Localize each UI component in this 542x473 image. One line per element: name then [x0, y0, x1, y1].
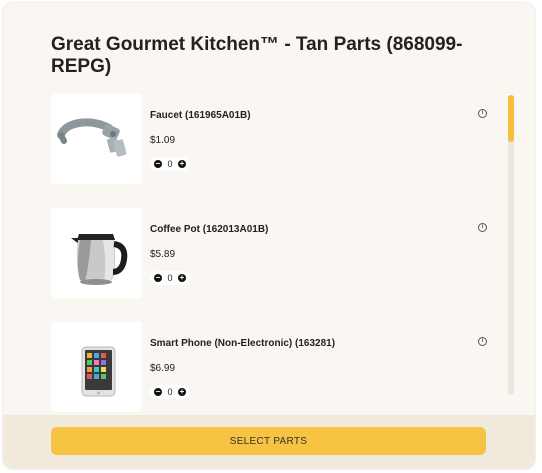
part-price: $5.89	[150, 249, 176, 260]
minus-icon[interactable]: −	[154, 388, 162, 396]
part-price: $6.99	[150, 363, 176, 374]
parts-modal: Great Gourmet Kitchen™ - Tan Parts (8680…	[3, 3, 535, 469]
plus-icon[interactable]: +	[177, 388, 186, 396]
modal-footer: SELECT PARTS	[3, 415, 535, 469]
quantity-value: 0	[167, 387, 173, 397]
list-item: Smart Phone (Non-Electronic) (163281) $6…	[51, 322, 491, 413]
scrollbar[interactable]	[508, 95, 514, 395]
plus-icon[interactable]: +	[177, 274, 186, 282]
page-title: Great Gourmet Kitchen™ - Tan Parts (8680…	[51, 34, 463, 77]
part-name: Smart Phone (Non-Electronic) (163281)	[150, 338, 336, 349]
quantity-stepper: − 0 +	[150, 157, 190, 171]
list-item: Faucet (161965A01B) $1.09 − 0 + i	[51, 94, 491, 186]
plus-icon[interactable]: +	[177, 160, 186, 168]
part-name: Coffee Pot (162013A01B)	[150, 224, 269, 235]
quantity-value: 0	[167, 273, 173, 283]
minus-icon[interactable]: −	[154, 274, 162, 282]
scrollbar-thumb[interactable]	[508, 95, 514, 142]
info-icon[interactable]: i	[478, 109, 487, 118]
list-item: Coffee Pot (162013A01B) $5.89 − 0 + i	[51, 208, 491, 300]
select-parts-button[interactable]: SELECT PARTS	[51, 427, 486, 455]
info-icon[interactable]: i	[478, 337, 487, 346]
part-name: Faucet (161965A01B)	[150, 110, 251, 121]
faucet-image	[51, 94, 142, 184]
parts-list[interactable]: Faucet (161965A01B) $1.09 − 0 + i Coffee…	[51, 93, 523, 413]
minus-icon[interactable]: −	[154, 160, 162, 168]
part-price: $1.09	[150, 135, 176, 146]
quantity-stepper: − 0 +	[150, 385, 190, 399]
quantity-stepper: − 0 +	[150, 271, 190, 285]
quantity-value: 0	[167, 159, 173, 169]
info-icon[interactable]: i	[478, 223, 487, 232]
smart-phone-image	[51, 322, 142, 412]
coffee-pot-image	[51, 208, 142, 298]
